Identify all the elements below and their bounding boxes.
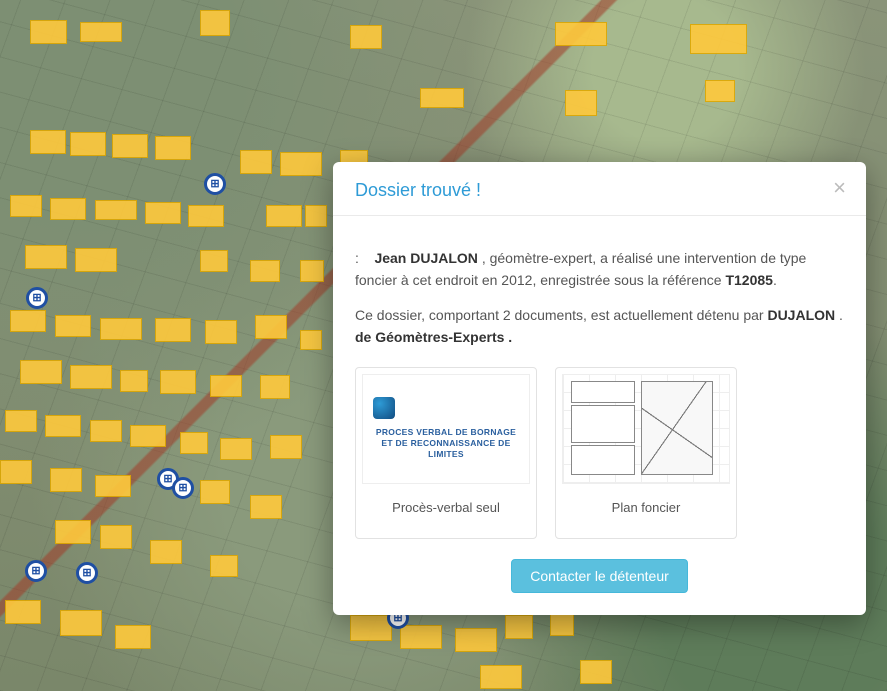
parcel[interactable] <box>400 625 442 649</box>
parcel[interactable] <box>70 365 112 389</box>
parcel[interactable] <box>550 612 574 636</box>
parcel[interactable] <box>120 370 148 392</box>
parcel[interactable] <box>20 360 62 384</box>
holder-name: DUJALON <box>767 307 835 323</box>
parcel[interactable] <box>5 600 41 624</box>
parcel[interactable] <box>250 495 282 519</box>
parcel[interactable] <box>0 460 32 484</box>
parcel[interactable] <box>45 415 81 437</box>
parcel[interactable] <box>30 20 67 44</box>
parcel[interactable] <box>255 315 287 339</box>
parcel[interactable] <box>75 248 117 272</box>
parcel[interactable] <box>280 152 322 176</box>
parcel[interactable] <box>300 260 324 282</box>
parcel[interactable] <box>455 628 497 652</box>
parcel[interactable] <box>555 22 607 46</box>
dossier-marker-icon[interactable] <box>204 173 226 195</box>
parcel[interactable] <box>155 318 191 342</box>
parcel[interactable] <box>705 80 735 102</box>
dossier-line1: : Jean DUJALON , géomètre-expert, a réal… <box>355 248 844 291</box>
parcel[interactable] <box>10 310 46 332</box>
parcel[interactable] <box>180 432 208 454</box>
parcel[interactable] <box>70 132 106 156</box>
dossier-ref: T12085 <box>725 272 772 288</box>
parcel[interactable] <box>50 198 86 220</box>
modal-header: Dossier trouvé ! × <box>333 162 866 216</box>
parcel[interactable] <box>55 315 91 337</box>
doc-thumb-plan <box>562 374 730 484</box>
parcel[interactable] <box>25 245 67 269</box>
parcel[interactable] <box>50 468 82 492</box>
parcel[interactable] <box>200 480 230 504</box>
parcel[interactable] <box>205 320 237 344</box>
parcel[interactable] <box>155 136 191 160</box>
doc-caption-pv: Procès-verbal seul <box>362 498 530 518</box>
contact-holder-button[interactable]: Contacter le détenteur <box>511 559 688 593</box>
parcel[interactable] <box>100 525 132 549</box>
parcel[interactable] <box>305 205 327 227</box>
modal-title: Dossier trouvé ! <box>355 180 481 200</box>
parcel[interactable] <box>580 660 612 684</box>
doc-thumb-pv: PROCES VERBAL DE BORNAGE ET DE RECONNAIS… <box>362 374 530 484</box>
parcel[interactable] <box>240 150 272 174</box>
prefix-colon: : <box>355 250 371 266</box>
document-card-pv[interactable]: PROCES VERBAL DE BORNAGE ET DE RECONNAIS… <box>355 367 537 539</box>
parcel[interactable] <box>60 610 102 636</box>
pv-thumb-title: PROCES VERBAL DE BORNAGE ET DE RECONNAIS… <box>369 427 523 460</box>
parcel[interactable] <box>55 520 91 544</box>
parcel[interactable] <box>10 195 42 217</box>
parcel[interactable] <box>5 410 37 432</box>
parcel[interactable] <box>300 330 322 350</box>
parcel[interactable] <box>112 134 148 158</box>
dossier-marker-icon[interactable] <box>26 287 48 309</box>
parcel[interactable] <box>200 250 228 272</box>
parcel[interactable] <box>690 24 747 54</box>
parcel[interactable] <box>160 370 196 394</box>
holder-group: de Géomètres-Experts . <box>355 329 512 345</box>
parcel[interactable] <box>80 22 122 42</box>
modal-body: : Jean DUJALON , géomètre-expert, a réal… <box>333 216 866 545</box>
parcel[interactable] <box>115 625 151 649</box>
parcel[interactable] <box>130 425 166 447</box>
parcel[interactable] <box>95 475 131 497</box>
dossier-marker-icon[interactable] <box>25 560 47 582</box>
parcel[interactable] <box>200 10 230 36</box>
parcel[interactable] <box>95 200 137 220</box>
parcel[interactable] <box>350 25 382 49</box>
parcel[interactable] <box>210 375 242 397</box>
parcel[interactable] <box>150 540 182 564</box>
surveyor-name: Jean DUJALON <box>374 250 477 266</box>
ge-logo-icon <box>373 397 395 419</box>
dossier-marker-icon[interactable] <box>76 562 98 584</box>
parcel[interactable] <box>565 90 597 116</box>
parcel[interactable] <box>250 260 280 282</box>
parcel[interactable] <box>145 202 181 224</box>
parcel[interactable] <box>270 435 302 459</box>
parcel[interactable] <box>30 130 66 154</box>
parcel[interactable] <box>90 420 122 442</box>
line2-before: Ce dossier, comportant 2 documents, est … <box>355 307 767 323</box>
doc-caption-plan: Plan foncier <box>562 498 730 518</box>
parcel[interactable] <box>350 615 392 641</box>
parcel[interactable] <box>100 318 142 340</box>
close-button[interactable]: × <box>827 176 852 200</box>
parcel[interactable] <box>505 615 533 639</box>
parcel[interactable] <box>420 88 464 108</box>
parcel[interactable] <box>260 375 290 399</box>
parcel[interactable] <box>210 555 238 577</box>
modal-footer: Contacter le détenteur <box>333 545 866 615</box>
parcel[interactable] <box>188 205 224 227</box>
line1-after: . <box>773 272 777 288</box>
dossier-modal: Dossier trouvé ! × : Jean DUJALON , géom… <box>333 162 866 615</box>
dossier-line2: Ce dossier, comportant 2 documents, est … <box>355 305 844 348</box>
parcel[interactable] <box>266 205 302 227</box>
dossier-marker-icon[interactable] <box>172 477 194 499</box>
parcel[interactable] <box>220 438 252 460</box>
documents-row: PROCES VERBAL DE BORNAGE ET DE RECONNAIS… <box>355 367 844 539</box>
document-card-plan[interactable]: Plan foncier <box>555 367 737 539</box>
line2-mid: . <box>839 307 843 323</box>
parcel[interactable] <box>480 665 522 689</box>
